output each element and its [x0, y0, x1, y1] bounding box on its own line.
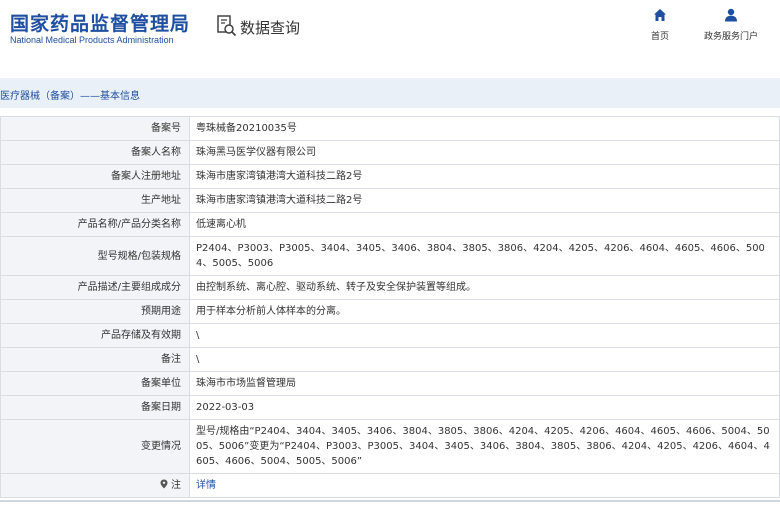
row-label: 备案人名称	[0, 140, 190, 165]
row-value: 2022-03-03	[189, 395, 780, 420]
breadcrumb-bar: 医疗器械（备案）——基本信息	[0, 78, 780, 108]
note-label: 注	[171, 480, 181, 491]
table-row: 备案人名称 珠海黑马医学仪器有限公司	[0, 140, 780, 165]
table-row-note: 注 详情	[0, 473, 780, 498]
table-row: 生产地址 珠海市唐家湾镇港湾大道科技二路2号	[0, 188, 780, 213]
row-label: 产品存储及有效期	[0, 323, 190, 348]
row-label: 备案单位	[0, 371, 190, 396]
site-header: 国家药品监督管理局 National Medical Products Admi…	[0, 0, 780, 66]
nav-home[interactable]: 首页	[651, 8, 669, 42]
nav-gov-portal[interactable]: 政务服务门户	[704, 8, 758, 42]
table-row: 变更情况 型号/规格由“P2404、3404、3405、3406、3804、38…	[0, 419, 780, 474]
table-row: 预期用途 用于样本分析前人体样本的分离。	[0, 299, 780, 324]
bottom-divider	[0, 500, 780, 502]
logo-title-en: National Medical Products Administration	[10, 35, 174, 45]
row-label: 备案人注册地址	[0, 164, 190, 189]
logo-title-cn[interactable]: 国家药品监督管理局	[10, 9, 190, 36]
table-row: 型号规格/包装规格 P2404、P3003、P3005、3404、3405、34…	[0, 236, 780, 276]
row-value: 珠海黑马医学仪器有限公司	[189, 140, 780, 165]
breadcrumb: 医疗器械（备案）——基本信息	[0, 91, 140, 102]
row-label: 备案号	[0, 116, 190, 141]
row-value: 用于样本分析前人体样本的分离。	[189, 299, 780, 324]
row-value: 珠海市唐家湾镇港湾大道科技二路2号	[189, 188, 780, 213]
data-query-link[interactable]: 数据查询	[217, 15, 300, 40]
table-row: 备案人注册地址 珠海市唐家湾镇港湾大道科技二路2号	[0, 164, 780, 189]
nav-home-label: 首页	[651, 32, 670, 42]
row-value: 低速离心机	[189, 212, 780, 237]
table-row: 备案单位 珠海市市场监督管理局	[0, 371, 780, 396]
row-value: 粤珠械备20210035号	[189, 116, 780, 141]
table-row: 备案日期 2022-03-03	[0, 395, 780, 420]
row-value: 由控制系统、离心腔、驱动系统、转子及安全保护装置等组成。	[189, 275, 780, 300]
row-label: 备案日期	[0, 395, 190, 420]
row-value: 珠海市唐家湾镇港湾大道科技二路2号	[189, 164, 780, 189]
nav-gov-portal-label: 政务服务门户	[704, 32, 759, 42]
record-info-table: 备案号 粤珠械备20210035号 备案人名称 珠海黑马医学仪器有限公司 备案人…	[0, 116, 780, 498]
row-label: 预期用途	[0, 299, 190, 324]
search-document-icon	[217, 15, 237, 40]
data-query-title: 数据查询	[240, 19, 301, 37]
row-label: 产品描述/主要组成成分	[0, 275, 190, 300]
table-row: 备案号 粤珠械备20210035号	[0, 116, 780, 141]
user-icon	[724, 8, 738, 25]
table-row: 产品描述/主要组成成分 由控制系统、离心腔、驱动系统、转子及安全保护装置等组成。	[0, 275, 780, 300]
home-icon	[653, 8, 667, 25]
note-label-cell: 注	[0, 473, 190, 498]
location-pin-icon	[160, 479, 171, 491]
note-value-cell: 详情	[189, 473, 780, 498]
row-value: 型号/规格由“P2404、3404、3405、3406、3804、3805、38…	[189, 419, 780, 474]
row-value: \	[189, 323, 780, 348]
row-label: 生产地址	[0, 188, 190, 213]
row-value: P2404、P3003、P3005、3404、3405、3406、3804、38…	[189, 236, 780, 276]
row-value: \	[189, 347, 780, 372]
table-row: 产品存储及有效期 \	[0, 323, 780, 348]
row-label: 备注	[0, 347, 190, 372]
table-row: 备注 \	[0, 347, 780, 372]
row-value: 珠海市市场监督管理局	[189, 371, 780, 396]
row-label: 型号规格/包装规格	[0, 236, 190, 276]
table-row: 产品名称/产品分类名称 低速离心机	[0, 212, 780, 237]
details-link[interactable]: 详情	[196, 480, 216, 491]
row-label: 产品名称/产品分类名称	[0, 212, 190, 237]
row-label: 变更情况	[0, 419, 190, 474]
